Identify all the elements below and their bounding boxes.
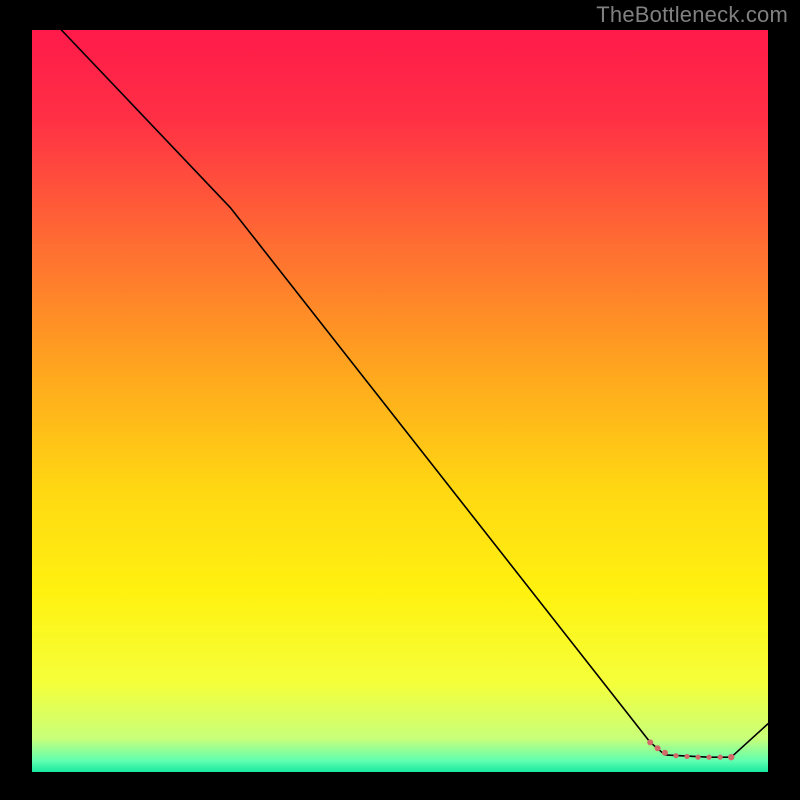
marker-dot <box>684 754 689 759</box>
marker-dot <box>655 745 661 751</box>
marker-dot <box>673 753 678 758</box>
watermark-label: TheBottleneck.com <box>596 2 788 28</box>
marker-dot <box>662 750 668 756</box>
plot-area <box>32 30 768 772</box>
bottleneck-chart <box>32 30 768 772</box>
marker-dot <box>707 755 712 760</box>
chart-frame: TheBottleneck.com <box>0 0 800 800</box>
marker-dot <box>647 739 653 745</box>
marker-dot <box>695 755 700 760</box>
marker-dot <box>718 755 723 760</box>
marker-dot <box>728 754 734 760</box>
gradient-background <box>32 30 768 772</box>
